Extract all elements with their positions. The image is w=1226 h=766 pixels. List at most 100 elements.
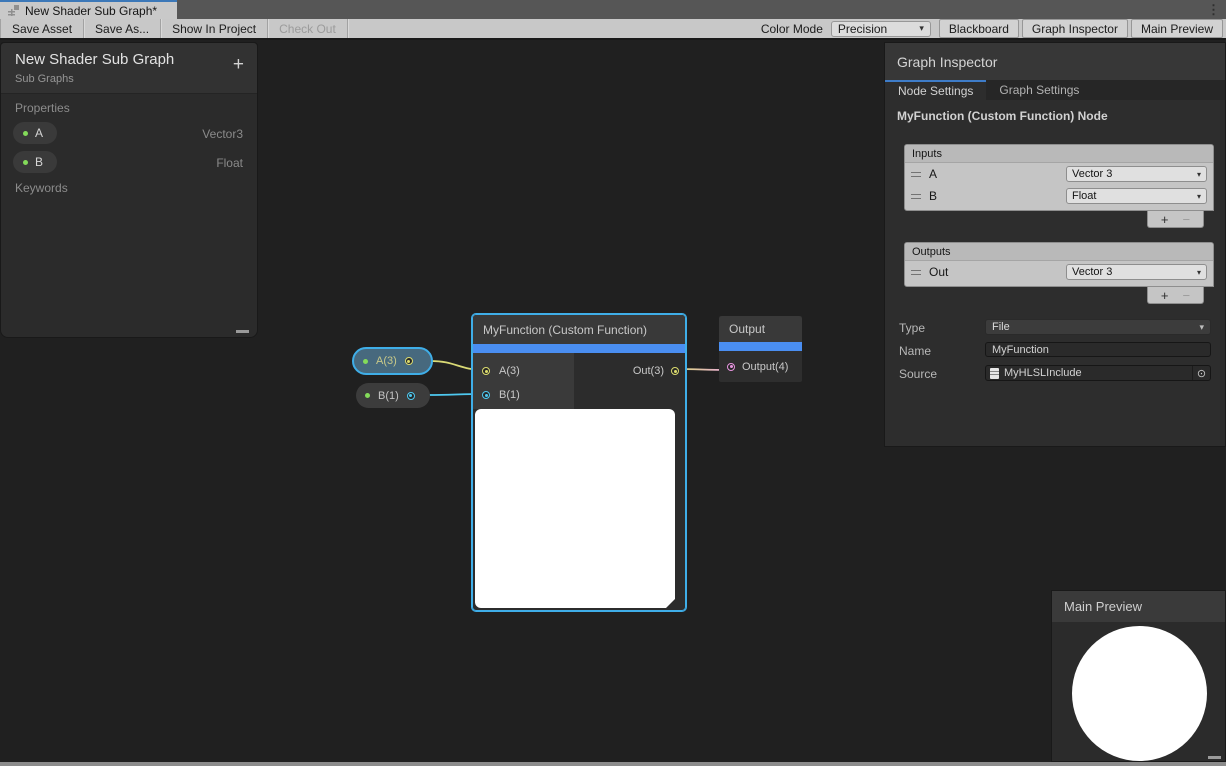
tab-title: New Shader Sub Graph* xyxy=(25,4,157,18)
output-port-row-out: Out(3) xyxy=(633,359,679,383)
resize-handle[interactable] xyxy=(236,330,249,333)
property-node-b[interactable]: B(1) xyxy=(356,383,430,408)
tab-new-shader-sub-graph[interactable]: New Shader Sub Graph* xyxy=(0,0,177,19)
port-vector3-icon[interactable] xyxy=(671,367,679,375)
color-mode-label: Color Mode xyxy=(753,22,831,36)
type-label: Type xyxy=(899,321,925,335)
blackboard-property-b[interactable]: B xyxy=(13,151,57,173)
input-port-row-output: Output(4) xyxy=(719,351,802,382)
node-preview xyxy=(475,409,675,608)
remove-input-button[interactable]: − xyxy=(1183,212,1191,227)
toolbar: Save Asset Save As... Show In Project Ch… xyxy=(0,19,1226,40)
graph-canvas[interactable]: A(3) B(1) MyFunction (Custom Function) A… xyxy=(0,42,1226,762)
tab-graph-settings[interactable]: Graph Settings xyxy=(986,80,1092,100)
node-accent-bar xyxy=(719,342,802,351)
keywords-section-label: Keywords xyxy=(15,181,68,195)
inspector-tab-bar: Node Settings Graph Settings xyxy=(885,80,1225,100)
input-type-value: Float xyxy=(1072,190,1096,202)
tab-strip: New Shader Sub Graph* ⋮ xyxy=(0,0,1226,19)
blackboard-subtitle: Sub Graphs xyxy=(15,73,257,85)
property-type-label: Vector3 xyxy=(202,127,243,141)
remove-output-button[interactable]: − xyxy=(1183,288,1191,303)
input-port-row-a: A(3) xyxy=(473,359,574,383)
exposed-dot-icon xyxy=(365,393,370,398)
property-name: B xyxy=(35,155,43,169)
output-name: Out xyxy=(929,265,948,279)
graph-inspector-panel: Graph Inspector Node Settings Graph Sett… xyxy=(884,42,1226,447)
inputs-list: Inputs A Vector 3 ▾ B Float ▾ xyxy=(904,144,1214,211)
graph-inspector-toggle-button[interactable]: Graph Inspector xyxy=(1022,19,1128,38)
shader-graph-icon xyxy=(8,5,20,17)
node-output[interactable]: Output Output(4) xyxy=(719,316,802,382)
input-port-label: B(1) xyxy=(499,389,520,401)
show-in-project-button[interactable]: Show In Project xyxy=(161,19,268,38)
resize-handle[interactable] xyxy=(1208,756,1221,759)
preview-resize-handle[interactable] xyxy=(666,599,675,608)
source-object-field[interactable]: MyHLSLInclude ⊙ xyxy=(985,365,1211,381)
input-name: A xyxy=(929,167,937,181)
drag-handle-icon[interactable] xyxy=(911,194,921,199)
save-as-button[interactable]: Save As... xyxy=(84,19,161,38)
outputs-list: Outputs Out Vector 3 ▾ xyxy=(904,242,1214,287)
object-picker-icon[interactable]: ⊙ xyxy=(1192,366,1210,380)
name-label: Name xyxy=(899,344,931,358)
main-preview-title: Main Preview xyxy=(1052,591,1225,622)
name-input[interactable] xyxy=(985,342,1211,357)
node-input-column: A(3) B(1) xyxy=(473,353,574,409)
add-property-button[interactable]: + xyxy=(233,55,244,74)
outputs-list-header: Outputs xyxy=(905,243,1213,261)
add-input-button[interactable]: + xyxy=(1161,212,1169,227)
port-float-icon[interactable] xyxy=(482,391,490,399)
node-settings-heading: MyFunction (Custom Function) Node xyxy=(897,109,1108,123)
property-name: A xyxy=(35,126,43,140)
exposed-dot-icon xyxy=(23,160,28,165)
kebab-menu-icon[interactable]: ⋮ xyxy=(1207,1,1220,18)
preview-sphere xyxy=(1072,626,1207,761)
tab-node-settings[interactable]: Node Settings xyxy=(885,80,986,100)
inputs-row-a: A Vector 3 ▾ xyxy=(905,163,1213,185)
input-type-dropdown[interactable]: Float ▾ xyxy=(1066,188,1207,204)
chevron-down-icon: ▾ xyxy=(1199,322,1204,333)
exposed-dot-icon xyxy=(23,131,28,136)
main-preview-panel: Main Preview xyxy=(1051,590,1226,762)
window-bottom-edge xyxy=(0,762,1226,766)
blackboard-title: New Shader Sub Graph xyxy=(15,51,257,68)
node-title: Output xyxy=(719,316,802,342)
input-port-label: A(3) xyxy=(499,365,520,377)
type-value: File xyxy=(992,321,1010,333)
type-dropdown[interactable]: File ▾ xyxy=(985,319,1211,335)
blackboard-toggle-button[interactable]: Blackboard xyxy=(939,19,1019,38)
property-node-a[interactable]: A(3) xyxy=(352,347,433,375)
chevron-down-icon: ▾ xyxy=(1197,268,1201,277)
property-type-label: Float xyxy=(216,156,243,170)
source-label: Source xyxy=(899,367,937,381)
node-myfunction[interactable]: MyFunction (Custom Function) A(3) B(1) O… xyxy=(472,314,686,611)
blackboard-panel: New Shader Sub Graph Sub Graphs + Proper… xyxy=(0,42,258,338)
drag-handle-icon[interactable] xyxy=(911,172,921,177)
inputs-row-b: B Float ▾ xyxy=(905,185,1213,207)
port-vector3-icon[interactable] xyxy=(482,367,490,375)
properties-section-label: Properties xyxy=(15,101,70,115)
inputs-list-footer: + − xyxy=(1147,211,1204,228)
drag-handle-icon[interactable] xyxy=(911,270,921,275)
output-port-label: Out(3) xyxy=(633,365,664,377)
color-mode-value: Precision xyxy=(838,22,887,36)
property-node-b-label: B(1) xyxy=(378,390,399,402)
input-port-row-b: B(1) xyxy=(473,383,574,407)
input-type-dropdown[interactable]: Vector 3 ▾ xyxy=(1066,166,1207,182)
inputs-list-header: Inputs xyxy=(905,145,1213,163)
check-out-button[interactable]: Check Out xyxy=(268,19,348,38)
blackboard-property-a[interactable]: A xyxy=(13,122,57,144)
output-type-value: Vector 3 xyxy=(1072,266,1112,278)
main-preview-toggle-button[interactable]: Main Preview xyxy=(1131,19,1223,38)
output-type-dropdown[interactable]: Vector 3 ▾ xyxy=(1066,264,1207,280)
port-vector3-icon[interactable] xyxy=(405,357,413,365)
file-icon xyxy=(990,368,999,379)
chevron-down-icon: ▾ xyxy=(1197,192,1201,201)
save-asset-button[interactable]: Save Asset xyxy=(0,19,84,38)
add-output-button[interactable]: + xyxy=(1161,288,1169,303)
port-vector4-icon[interactable] xyxy=(727,363,735,371)
color-mode-dropdown[interactable]: Precision ▾ xyxy=(831,21,931,37)
node-accent-bar xyxy=(473,344,685,353)
port-float-icon[interactable] xyxy=(407,392,415,400)
